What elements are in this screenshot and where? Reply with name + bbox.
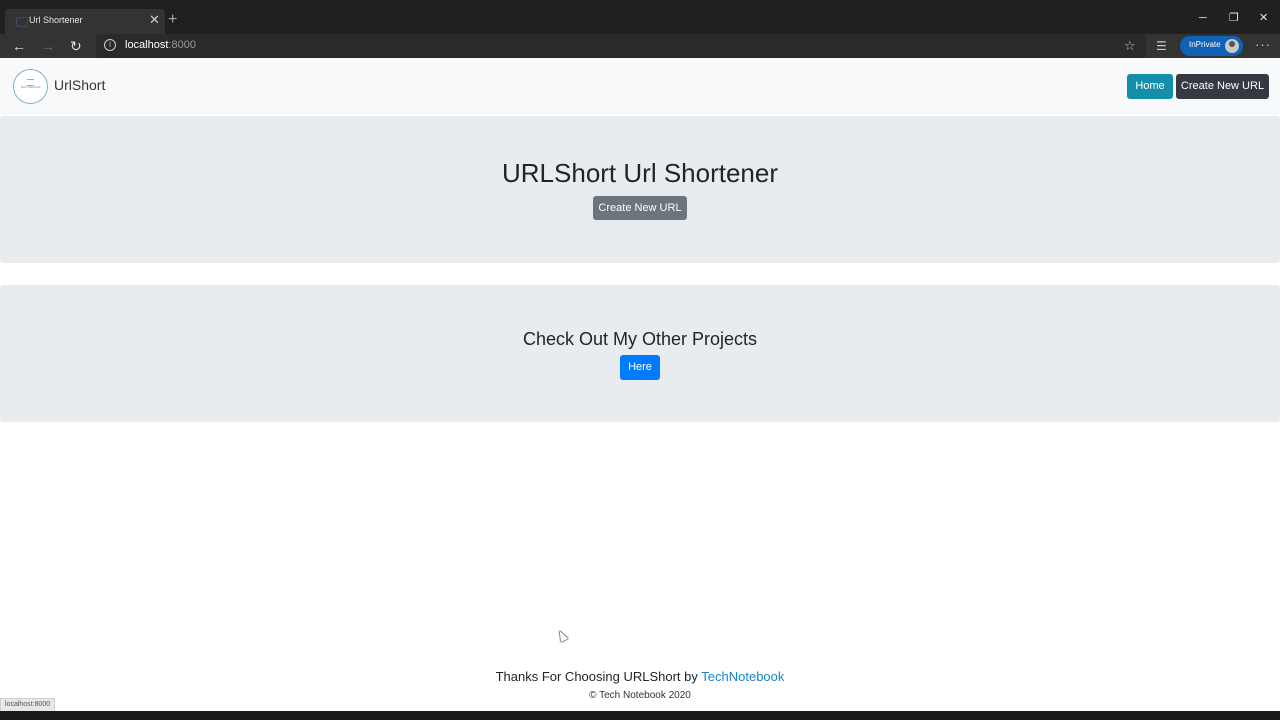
- projects-jumbotron: Check Out My Other Projects Here: [0, 285, 1280, 422]
- mouse-cursor-icon: [555, 628, 569, 643]
- create-new-url-button[interactable]: Create New URL: [593, 196, 687, 220]
- reload-icon[interactable]: ↻: [70, 38, 82, 54]
- site-navbar: Tech Notebook UrlShort Home Create New U…: [0, 58, 1280, 115]
- tech-notebook-logo[interactable]: Tech Notebook: [13, 69, 48, 104]
- projects-title: Check Out My Other Projects: [522, 329, 758, 349]
- tab-favicon-icon: [16, 17, 28, 27]
- profile-avatar-icon: [1225, 39, 1239, 53]
- browser-tab-bar: Url Shortener ✕ + ─ ❐ ✕: [0, 0, 1280, 34]
- create-new-url-nav-button[interactable]: Create New URL: [1176, 74, 1269, 99]
- favorites-icon[interactable]: ☰: [1156, 38, 1167, 54]
- browser-tab[interactable]: Url Shortener ✕: [5, 9, 165, 34]
- home-button[interactable]: Home: [1127, 74, 1173, 99]
- inprivate-label: InPrivate: [1189, 40, 1221, 49]
- brand-name[interactable]: UrlShort: [54, 77, 105, 93]
- back-icon[interactable]: ←: [12, 38, 26, 54]
- favorite-star-icon[interactable]: ☆: [1124, 38, 1136, 54]
- new-tab-icon[interactable]: +: [168, 12, 177, 28]
- inprivate-badge[interactable]: InPrivate: [1180, 36, 1243, 56]
- copyright: © Tech Notebook 2020: [589, 690, 691, 701]
- browser-toolbar: ← → ↻ i localhost:8000 ☆ ☰ InPrivate ···: [0, 34, 1280, 58]
- technotebook-link[interactable]: TechNotebook: [701, 669, 784, 684]
- footer-prefix: Thanks For Choosing URLShort by: [495, 669, 698, 684]
- tab-close-icon[interactable]: ✕: [149, 13, 160, 27]
- logo-text: Tech Notebook: [20, 85, 41, 89]
- more-options-icon[interactable]: ···: [1255, 37, 1271, 52]
- bottom-strip: [0, 711, 1280, 720]
- tab-title: Url Shortener: [29, 15, 83, 25]
- address-url[interactable]: localhost:8000: [125, 39, 196, 51]
- restore-icon[interactable]: ❐: [1229, 12, 1239, 24]
- hero-title: URLShort Url Shortener: [502, 158, 778, 188]
- status-url-bubble: localhost:8000: [0, 698, 56, 712]
- address-host: localhost: [125, 39, 169, 51]
- forward-icon[interactable]: →: [41, 38, 55, 54]
- footer-thanks: Thanks For Choosing URLShort by TechNote…: [0, 669, 1280, 684]
- address-port: :8000: [168, 39, 196, 51]
- minimize-icon[interactable]: ─: [1199, 12, 1207, 24]
- site-info-icon[interactable]: i: [104, 39, 116, 51]
- address-bar[interactable]: i localhost:8000: [96, 34, 1146, 58]
- hero-jumbotron: URLShort Url Shortener Create New URL: [0, 116, 1280, 263]
- window-close-icon[interactable]: ✕: [1259, 12, 1268, 24]
- here-button[interactable]: Here: [620, 355, 660, 380]
